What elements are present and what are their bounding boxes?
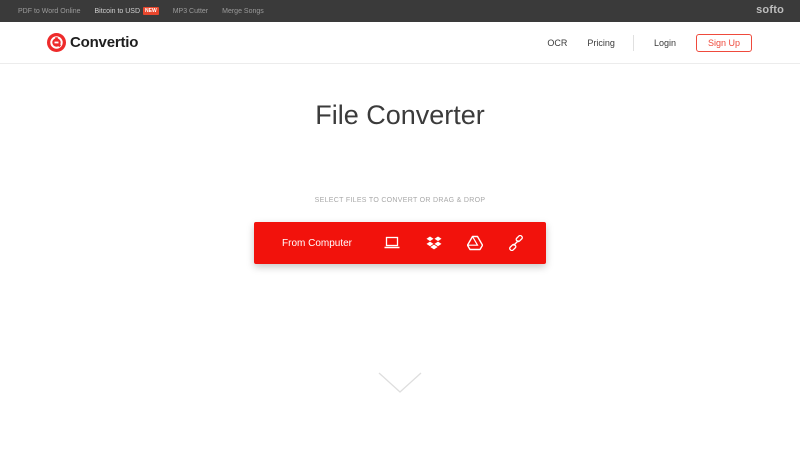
page-title: File Converter	[315, 100, 485, 130]
convertio-logo-icon	[47, 33, 66, 52]
nav-right: OCR Pricing Login Sign Up	[527, 34, 752, 52]
sign-up-button[interactable]: Sign Up	[695, 34, 752, 52]
url-link-icon[interactable]	[508, 234, 524, 252]
dropbox-icon[interactable]	[426, 235, 442, 251]
upload-hint: SELECT FILES TO CONVERT OR DRAG & DROP	[314, 197, 486, 204]
topbar-link-mp3-cutter[interactable]: MP3 Cutter	[173, 8, 208, 15]
laptop-icon[interactable]	[384, 235, 400, 251]
nav-link-ocr[interactable]: OCR	[547, 38, 567, 48]
softo-brand-logo[interactable]: softo	[756, 4, 784, 16]
nav-link-pricing[interactable]: Pricing	[587, 38, 615, 48]
logo-text: Convertio	[70, 34, 139, 51]
convertio-logo[interactable]: Convertio	[47, 33, 138, 52]
login-link[interactable]: Login	[654, 38, 676, 48]
topbar-link-merge-songs[interactable]: Merge Songs	[222, 8, 264, 15]
upload-bar: From Computer	[254, 222, 546, 264]
main-navbar: Convertio OCR Pricing Login Sign Up	[0, 22, 800, 64]
google-drive-icon[interactable]	[466, 235, 484, 251]
top-promo-bar: PDF to Word Online Bitcoin to USD NEW MP…	[0, 0, 800, 22]
nav-divider	[632, 35, 634, 51]
topbar-link-bitcoin-to-usd[interactable]: Bitcoin to USD NEW	[95, 7, 159, 15]
scroll-down-chevron-icon[interactable]	[378, 372, 422, 399]
topbar-link-label: Bitcoin to USD	[94, 7, 141, 15]
new-badge: NEW	[143, 7, 159, 15]
from-computer-button[interactable]: From Computer	[282, 238, 352, 249]
topbar-link-pdf-to-word[interactable]: PDF to Word Online	[18, 8, 81, 15]
